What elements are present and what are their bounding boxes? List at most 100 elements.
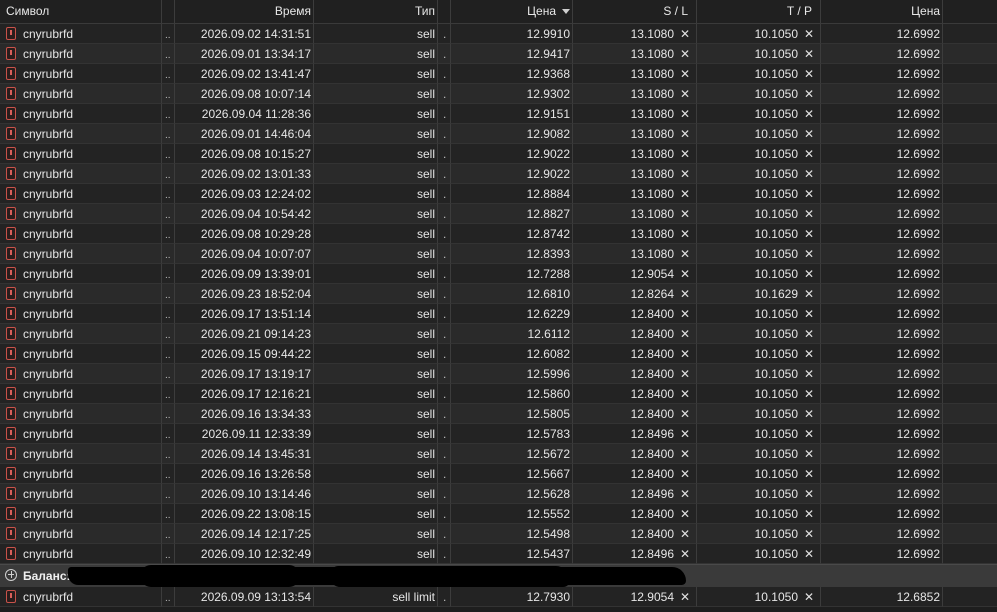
tp-cell[interactable]: 10.1050 ✕ [697, 224, 821, 244]
close-icon[interactable]: ✕ [803, 424, 815, 443]
symbol-cell[interactable]: cnyrubrfd [0, 44, 162, 64]
close-icon[interactable]: ✕ [679, 364, 691, 383]
tp-cell[interactable]: 10.1050 ✕ [697, 44, 821, 64]
symbol-cell[interactable]: cnyrubrfd [0, 124, 162, 144]
symbol-cell[interactable]: cnyrubrfd [0, 404, 162, 424]
tp-cell[interactable]: 10.1050 ✕ [697, 444, 821, 464]
tp-cell[interactable]: 10.1050 ✕ [697, 184, 821, 204]
sl-cell[interactable]: 12.8496 ✕ [573, 424, 697, 444]
close-icon[interactable]: ✕ [679, 184, 691, 203]
symbol-cell[interactable]: cnyrubrfd [0, 64, 162, 84]
close-icon[interactable]: ✕ [803, 504, 815, 523]
sl-cell[interactable]: 13.1080 ✕ [573, 244, 697, 264]
sl-cell[interactable]: 12.8400 ✕ [573, 464, 697, 484]
table-row[interactable]: cnyrubrfd.. 2026.09.17 13:51:14 sell. 12.62… [0, 304, 997, 324]
table-row[interactable]: cnyrubrfd.. 2026.09.22 13:08:15 sell. 12.55… [0, 504, 997, 524]
header-sl[interactable]: S / L [573, 0, 697, 23]
close-icon[interactable]: ✕ [679, 587, 691, 606]
tp-cell[interactable]: 10.1050 ✕ [697, 264, 821, 284]
tp-cell[interactable]: 10.1050 ✕ [697, 324, 821, 344]
sl-cell[interactable]: 13.1080 ✕ [573, 44, 697, 64]
symbol-cell[interactable]: cnyrubrfd [0, 84, 162, 104]
close-icon[interactable]: ✕ [803, 244, 815, 263]
close-icon[interactable]: ✕ [803, 84, 815, 103]
plus-circle-icon[interactable] [5, 569, 17, 581]
close-icon[interactable]: ✕ [803, 484, 815, 503]
symbol-cell[interactable]: cnyrubrfd [0, 587, 162, 607]
sl-cell[interactable]: 12.8400 ✕ [573, 524, 697, 544]
sl-cell[interactable]: 12.8400 ✕ [573, 444, 697, 464]
tp-cell[interactable]: 10.1050 ✕ [697, 524, 821, 544]
close-icon[interactable]: ✕ [803, 384, 815, 403]
header-symbol[interactable]: Символ [0, 0, 162, 23]
table-row[interactable]: cnyrubrfd.. 2026.09.02 13:41:47 sell. 12.93… [0, 64, 997, 84]
table-row[interactable]: cnyrubrfd.. 2026.09.09 13:13:54 sell limit… [0, 587, 997, 607]
symbol-cell[interactable]: cnyrubrfd [0, 104, 162, 124]
sl-cell[interactable]: 13.1080 ✕ [573, 124, 697, 144]
header-current-price[interactable]: Цена [821, 0, 943, 23]
header-price[interactable]: Цена [451, 0, 573, 23]
close-icon[interactable]: ✕ [803, 364, 815, 383]
close-icon[interactable]: ✕ [679, 64, 691, 83]
close-icon[interactable]: ✕ [679, 544, 691, 563]
tp-cell[interactable]: 10.1050 ✕ [697, 484, 821, 504]
close-icon[interactable]: ✕ [803, 444, 815, 463]
close-icon[interactable]: ✕ [803, 304, 815, 323]
sl-cell[interactable]: 13.1080 ✕ [573, 64, 697, 84]
symbol-cell[interactable]: cnyrubrfd [0, 204, 162, 224]
table-row[interactable]: cnyrubrfd.. 2026.09.09 13:39:01 sell. 12.72… [0, 264, 997, 284]
sl-cell[interactable]: 12.8400 ✕ [573, 404, 697, 424]
close-icon[interactable]: ✕ [679, 304, 691, 323]
symbol-cell[interactable]: cnyrubrfd [0, 24, 162, 44]
table-row[interactable]: cnyrubrfd.. 2026.09.08 10:15:27 sell. 12.90… [0, 144, 997, 164]
tp-cell[interactable]: 10.1050 ✕ [697, 504, 821, 524]
close-icon[interactable]: ✕ [803, 404, 815, 423]
table-row[interactable]: cnyrubrfd.. 2026.09.15 09:44:22 sell. 12.60… [0, 344, 997, 364]
table-row[interactable]: cnyrubrfd.. 2026.09.17 13:19:17 sell. 12.59… [0, 364, 997, 384]
tp-cell[interactable]: 10.1050 ✕ [697, 544, 821, 564]
sl-cell[interactable]: 13.1080 ✕ [573, 144, 697, 164]
close-icon[interactable]: ✕ [679, 324, 691, 343]
sl-cell[interactable]: 12.8400 ✕ [573, 304, 697, 324]
symbol-cell[interactable]: cnyrubrfd [0, 344, 162, 364]
sl-cell[interactable]: 13.1080 ✕ [573, 84, 697, 104]
close-icon[interactable]: ✕ [803, 104, 815, 123]
close-icon[interactable]: ✕ [803, 524, 815, 543]
symbol-cell[interactable]: cnyrubrfd [0, 324, 162, 344]
symbol-cell[interactable]: cnyrubrfd [0, 264, 162, 284]
sl-cell[interactable]: 12.8400 ✕ [573, 344, 697, 364]
table-row[interactable]: cnyrubrfd.. 2026.09.16 13:34:33 sell. 12.58… [0, 404, 997, 424]
close-icon[interactable]: ✕ [679, 224, 691, 243]
header-tp[interactable]: T / P [697, 0, 821, 23]
close-icon[interactable]: ✕ [803, 284, 815, 303]
tp-cell[interactable]: 10.1050 ✕ [697, 64, 821, 84]
symbol-cell[interactable]: cnyrubrfd [0, 244, 162, 264]
close-icon[interactable]: ✕ [803, 164, 815, 183]
sl-cell[interactable]: 13.1080 ✕ [573, 224, 697, 244]
tp-cell[interactable]: 10.1050 ✕ [697, 464, 821, 484]
close-icon[interactable]: ✕ [803, 224, 815, 243]
table-row[interactable]: cnyrubrfd.. 2026.09.04 10:07:07 sell. 12.83… [0, 244, 997, 264]
header-type[interactable]: Тип [314, 0, 438, 23]
tp-cell[interactable]: 10.1050 ✕ [697, 364, 821, 384]
table-row[interactable]: cnyrubrfd.. 2026.09.10 12:32:49 sell. 12.54… [0, 544, 997, 564]
symbol-cell[interactable]: cnyrubrfd [0, 184, 162, 204]
close-icon[interactable]: ✕ [679, 104, 691, 123]
close-icon[interactable]: ✕ [803, 344, 815, 363]
table-row[interactable]: cnyrubrfd.. 2026.09.02 13:01:33 sell. 12.90… [0, 164, 997, 184]
tp-cell[interactable]: 10.1050 ✕ [697, 84, 821, 104]
symbol-cell[interactable]: cnyrubrfd [0, 284, 162, 304]
header-time[interactable]: Время [175, 0, 314, 23]
close-icon[interactable]: ✕ [803, 464, 815, 483]
close-icon[interactable]: ✕ [679, 24, 691, 43]
table-row[interactable]: cnyrubrfd.. 2026.09.10 13:14:46 sell. 12.56… [0, 484, 997, 504]
symbol-cell[interactable]: cnyrubrfd [0, 464, 162, 484]
table-row[interactable]: cnyrubrfd.. 2026.09.11 12:33:39 sell. 12.57… [0, 424, 997, 444]
close-icon[interactable]: ✕ [803, 144, 815, 163]
table-row[interactable]: cnyrubrfd.. 2026.09.14 12:17:25 sell. 12.54… [0, 524, 997, 544]
tp-cell[interactable]: 10.1050 ✕ [697, 104, 821, 124]
sl-cell[interactable]: 13.1080 ✕ [573, 164, 697, 184]
close-icon[interactable]: ✕ [679, 404, 691, 423]
symbol-cell[interactable]: cnyrubrfd [0, 364, 162, 384]
close-icon[interactable]: ✕ [679, 44, 691, 63]
